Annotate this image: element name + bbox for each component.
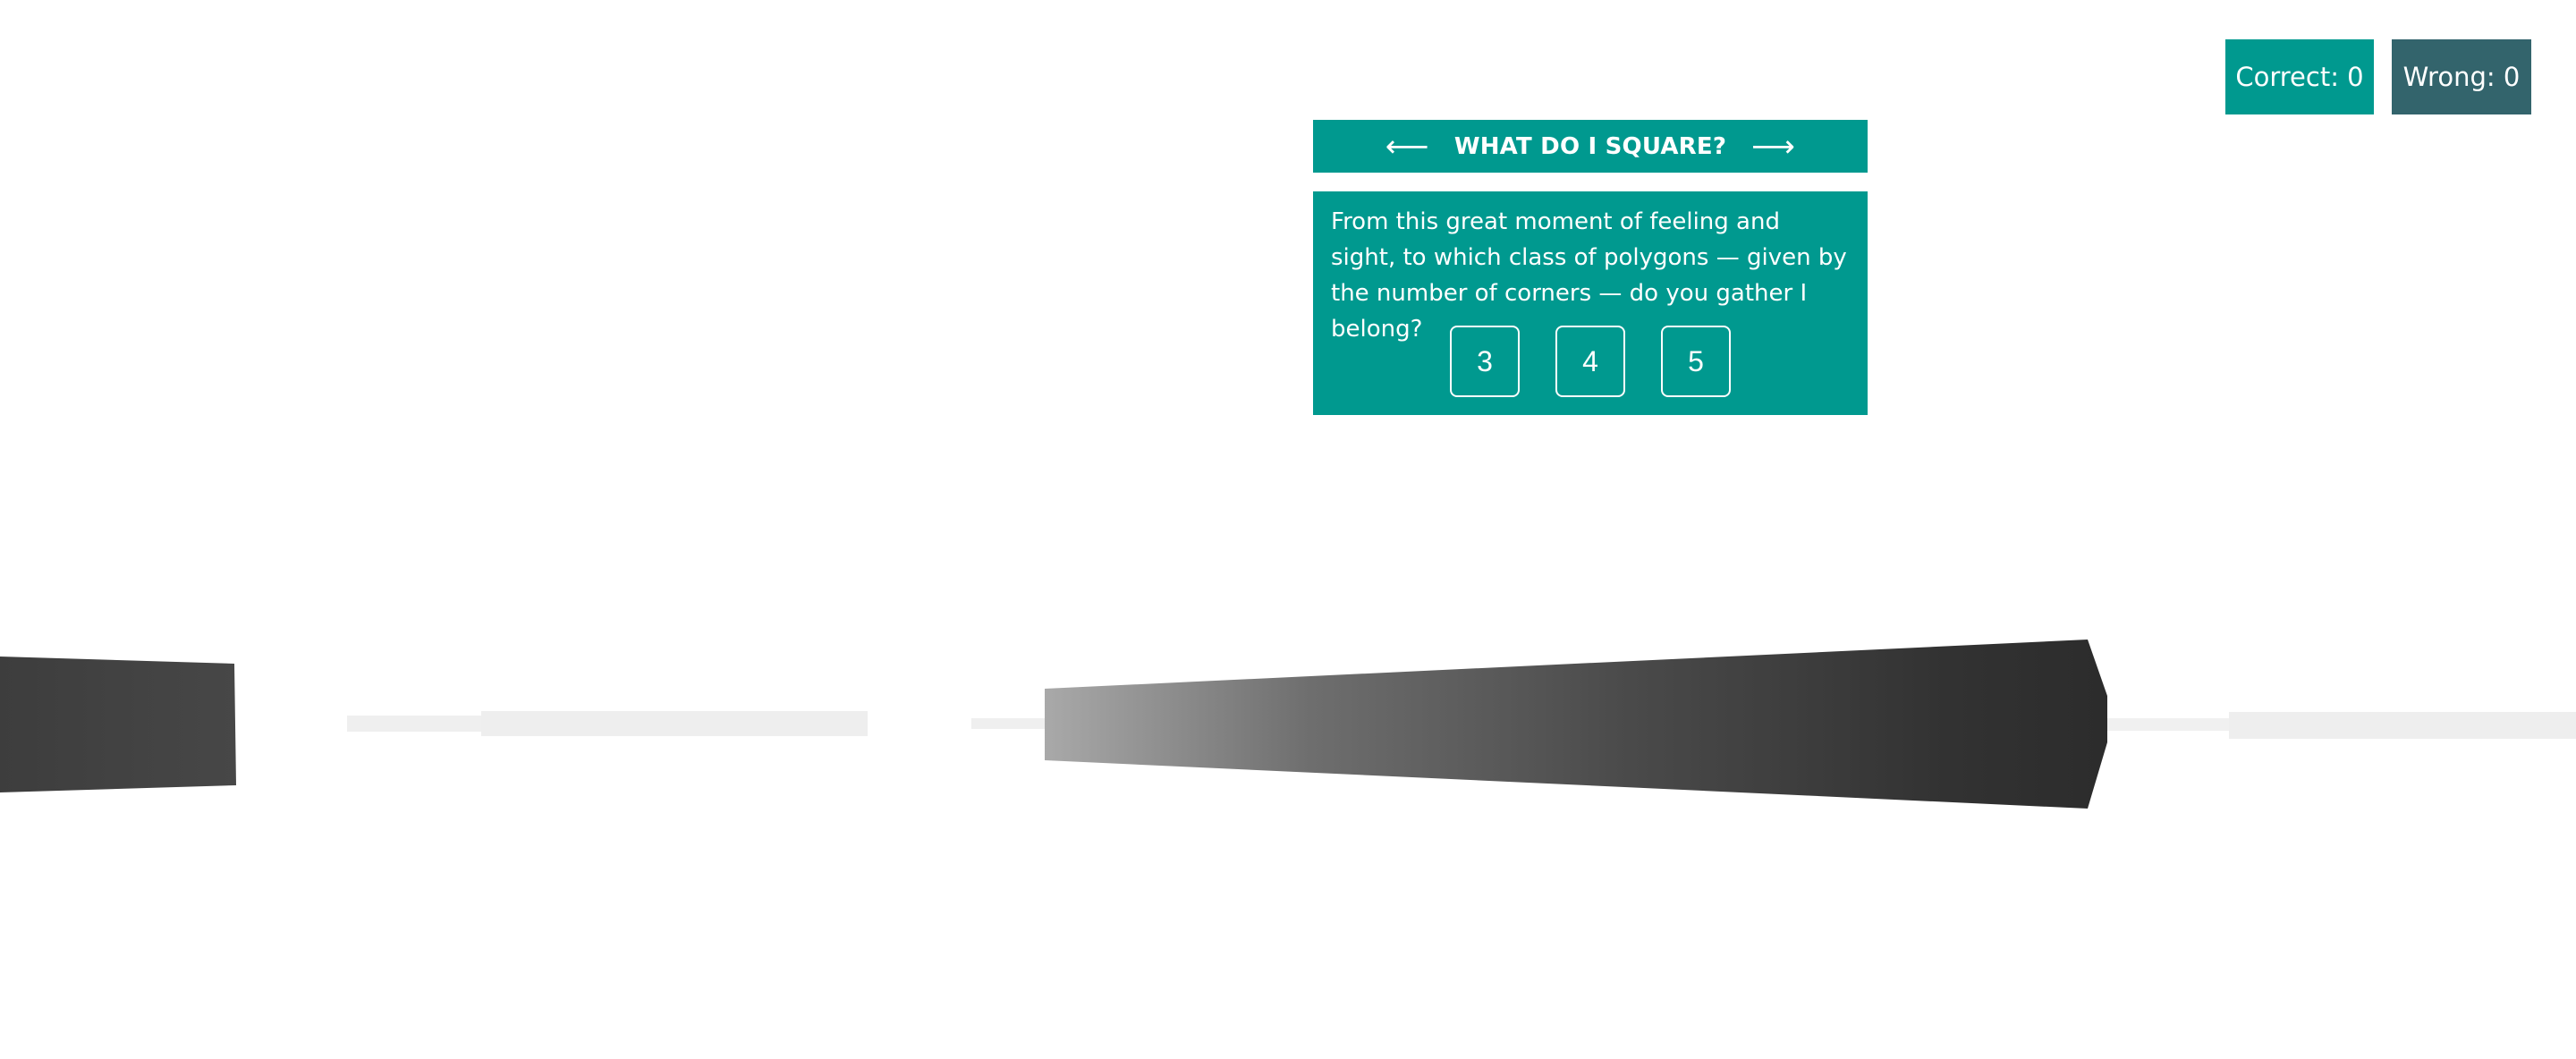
distant-strip [971, 718, 1045, 729]
answer-button-5[interactable]: 5 [1661, 326, 1731, 397]
next-arrow-icon[interactable]: ⟶ [1751, 131, 1795, 162]
prev-arrow-icon[interactable]: ⟵ [1385, 131, 1429, 162]
left-shape [0, 657, 236, 792]
question-title-bar: ⟵ WHAT DO I SQUARE? ⟶ [1313, 120, 1868, 173]
wrong-score-label: Wrong: 0 [2402, 62, 2521, 92]
answer-options: 3 4 5 [1313, 326, 1868, 397]
flatland-view [0, 640, 2576, 809]
correct-score-label: Correct: 0 [2235, 62, 2364, 92]
distant-strip [481, 711, 868, 736]
distant-strip [2107, 718, 2233, 731]
game-stage: Correct: 0 Wrong: 0 ⟵ WHAT DO I SQUARE? … [0, 0, 2576, 1059]
distant-strip [2229, 712, 2576, 739]
wrong-score-badge: Wrong: 0 [2392, 39, 2531, 114]
viewed-polygon [1045, 640, 2107, 809]
distant-strip [347, 716, 481, 732]
question-panel: From this great moment of feeling and si… [1313, 191, 1868, 415]
question-title: WHAT DO I SQUARE? [1453, 132, 1727, 160]
answer-button-4[interactable]: 4 [1555, 326, 1625, 397]
correct-score-badge: Correct: 0 [2225, 39, 2374, 114]
answer-button-3[interactable]: 3 [1450, 326, 1520, 397]
